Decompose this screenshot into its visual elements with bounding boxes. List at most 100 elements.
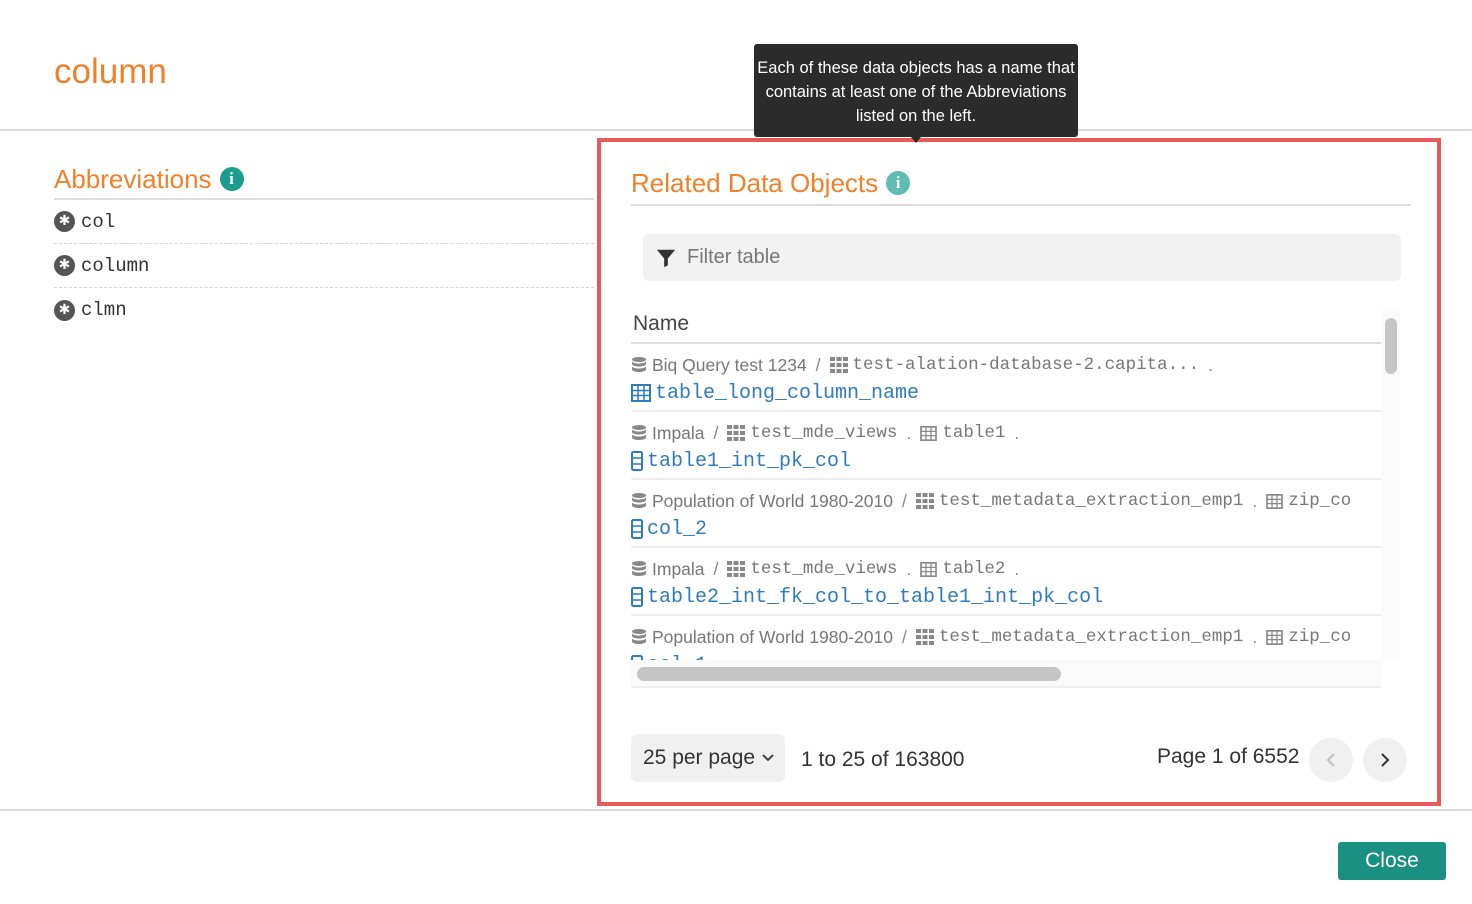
table-row: Impala / test_mde_views . table2 . table… (631, 548, 1381, 616)
vertical-scrollbar[interactable] (1382, 310, 1400, 658)
abbreviation-item: ✱ clmn (54, 288, 594, 332)
object-path: Impala / test_mde_views . table1 . (631, 422, 1381, 444)
object-name[interactable]: table1_int_pk_col (647, 450, 851, 473)
schema-name[interactable]: test-alation-database-2.capita... (853, 355, 1200, 375)
source-name[interactable]: Impala (652, 559, 705, 580)
abbreviation-label: clmn (81, 299, 127, 321)
path-separator: . (1208, 354, 1213, 375)
table-icon (920, 561, 938, 577)
path-separator: . (1014, 422, 1020, 443)
filter-bar (643, 234, 1401, 281)
path-separator: . (906, 558, 912, 579)
next-page-button[interactable] (1363, 738, 1407, 782)
schema-name[interactable]: test_mde_views (750, 559, 897, 579)
table-name[interactable]: table1 (942, 423, 1005, 443)
filter-input[interactable] (687, 246, 1367, 269)
table-name[interactable]: zip_co (1288, 627, 1351, 647)
object-path: Population of World 1980-2010 / test_met… (631, 626, 1381, 648)
object-name[interactable]: table2_int_fk_col_to_table1_int_pk_col (647, 586, 1103, 609)
info-icon[interactable]: i (886, 171, 911, 195)
table-row: Population of World 1980-2010 / test_met… (631, 480, 1381, 548)
path-separator: . (1252, 626, 1258, 647)
path-separator: / (901, 626, 907, 647)
column-icon (631, 451, 643, 471)
close-button[interactable]: Close (1338, 842, 1446, 880)
schema-name[interactable]: test_mde_views (750, 423, 897, 443)
table-icon (631, 384, 651, 402)
table-name[interactable]: table2 (942, 559, 1005, 579)
table-icon (920, 425, 938, 441)
object-path: Impala / test_mde_views . table2 . (631, 558, 1381, 580)
database-icon (632, 357, 646, 372)
path-separator: . (1252, 490, 1258, 511)
abbreviation-label: column (81, 254, 150, 277)
filter-icon (656, 249, 676, 267)
table-icon (1266, 493, 1284, 509)
table-body: Biq Query test 1234 / test-alation-datab… (631, 344, 1381, 660)
column-icon (631, 587, 643, 607)
source-name[interactable]: Population of World 1980-2010 (652, 627, 893, 648)
path-separator: / (713, 558, 719, 579)
database-icon (632, 425, 646, 440)
database-icon (632, 561, 646, 576)
schema-icon (727, 425, 746, 441)
schema-icon (915, 629, 934, 645)
horizontal-scrollbar[interactable] (631, 660, 1381, 688)
chevron-down-icon (762, 754, 774, 762)
schema-icon (727, 561, 746, 577)
path-separator: . (906, 422, 912, 443)
table-row: Impala / test_mde_views . table1 . table… (631, 412, 1381, 480)
abbreviations-section: Abbreviations i ✱ col ✱ column ✱ clmn (54, 160, 594, 332)
abbreviation-list: ✱ col ✱ column ✱ clmn (54, 200, 594, 332)
abbreviations-title: Abbreviations (54, 163, 212, 194)
object-name[interactable]: table_long_column_name (655, 382, 919, 405)
path-separator: / (713, 422, 719, 443)
abbreviation-label: col (81, 210, 116, 233)
column-header-name[interactable]: Name (631, 310, 1381, 344)
vertical-scrollbar-thumb[interactable] (1385, 318, 1397, 374)
page-indicator: Page 1 of 6552 (1157, 745, 1300, 768)
object-path: Biq Query test 1234 / test-alation-datab… (631, 354, 1381, 376)
table-name[interactable]: zip_co (1288, 491, 1351, 511)
abbreviations-heading: Abbreviations i (54, 160, 594, 200)
source-name[interactable]: Population of World 1980-2010 (652, 491, 893, 512)
per-page-label: 25 per page (643, 746, 756, 769)
asterisk-icon: ✱ (54, 255, 75, 276)
path-separator: / (815, 354, 821, 375)
related-data-objects-panel: Related Data Objects i Name Biq Query te… (597, 138, 1441, 806)
info-icon[interactable]: i (219, 167, 244, 191)
path-separator: . (1014, 558, 1020, 579)
object-link[interactable]: table_long_column_name (631, 378, 1381, 408)
object-link[interactable]: col_2 (631, 514, 1381, 544)
abbreviation-item: ✱ col (54, 200, 594, 244)
asterisk-icon: ✱ (54, 211, 75, 232)
previous-page-button[interactable] (1309, 738, 1353, 782)
asterisk-icon: ✱ (54, 299, 75, 321)
object-link[interactable]: table1_int_pk_col (631, 446, 1381, 476)
chevron-right-icon (1381, 753, 1390, 767)
source-name[interactable]: Impala (652, 423, 705, 444)
schema-name[interactable]: test_metadata_extraction_emp1 (939, 491, 1244, 511)
table-row: Biq Query test 1234 / test-alation-datab… (631, 344, 1381, 412)
related-heading: Related Data Objects i (631, 162, 1411, 206)
source-name[interactable]: Biq Query test 1234 (652, 355, 807, 376)
path-separator: / (901, 490, 907, 511)
object-link[interactable]: table2_int_fk_col_to_table1_int_pk_col (631, 582, 1381, 612)
per-page-dropdown[interactable]: 25 per page (631, 734, 785, 782)
dialog-header: column (0, 0, 1472, 131)
results-table: Name Biq Query test 1234 / test-alation-… (631, 310, 1411, 688)
database-icon (632, 493, 646, 508)
object-name[interactable]: col_2 (647, 518, 707, 541)
chevron-left-icon (1326, 753, 1335, 767)
table-row: Population of World 1980-2010 / test_met… (631, 616, 1381, 660)
schema-icon (829, 357, 848, 373)
object-link[interactable]: col_1 (631, 650, 1381, 660)
database-icon (632, 629, 646, 644)
results-range: 1 to 25 of 163800 (801, 748, 965, 771)
related-title: Related Data Objects (631, 167, 879, 198)
info-tooltip: Each of these data objects has a name th… (754, 44, 1078, 137)
dialog-title: column (54, 52, 167, 91)
table-icon (1266, 629, 1284, 645)
schema-name[interactable]: test_metadata_extraction_emp1 (939, 627, 1244, 647)
horizontal-scrollbar-thumb[interactable] (637, 667, 1061, 681)
